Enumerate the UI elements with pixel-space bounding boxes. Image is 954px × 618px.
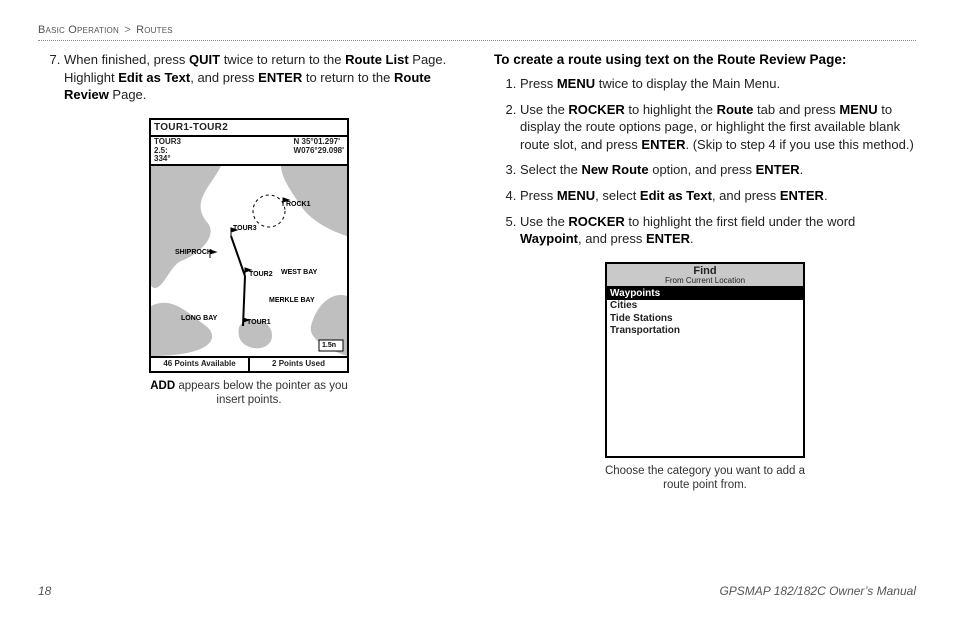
left-step-7: When finished, press QUIT twice to retur… <box>64 51 460 104</box>
status-left: 46 Points Available <box>151 358 250 371</box>
map-svg <box>151 166 347 356</box>
right-column: To create a route using text on the Rout… <box>494 51 916 493</box>
map-label-merkle: MERKLE BAY <box>269 296 315 305</box>
page-number: 18 <box>38 584 51 598</box>
header-rule <box>38 40 916 41</box>
map-label-tour2: TOUR2 <box>249 270 273 279</box>
right-figure-caption: Choose the category you want to add a ro… <box>600 464 810 493</box>
right-step-4: Press MENU, select Edit as Text, and pre… <box>520 187 916 205</box>
map-label-westbay: WEST BAY <box>281 268 317 277</box>
page-footer: 18 GPSMAP 182/182C Owner’s Manual <box>38 584 916 598</box>
right-step-1: Press MENU twice to display the Main Men… <box>520 75 916 93</box>
find-subtitle: From Current Location <box>607 277 803 285</box>
breadcrumb-section: Basic Operation <box>38 24 119 36</box>
right-step-5: Use the ROCKER to highlight the first fi… <box>520 213 916 248</box>
map-label-tour1: TOUR1 <box>247 318 271 327</box>
right-figure: Find From Current Location Waypoints Cit… <box>494 262 916 493</box>
status-right: 2 Points Used <box>250 358 347 371</box>
left-figure-caption: ADD appears below the pointer as you ins… <box>144 379 354 408</box>
left-column: When finished, press QUIT twice to retur… <box>38 51 460 493</box>
manual-title: GPSMAP 182/182C Owner’s Manual <box>719 584 916 598</box>
map-label-rock1: ROCK1 <box>286 200 311 209</box>
map-label-shiprock: SHIPROCK <box>175 248 212 257</box>
breadcrumb-sub: Routes <box>136 24 173 36</box>
right-step-2: Use the ROCKER to highlight the Route ta… <box>520 101 916 154</box>
breadcrumb: Basic Operation > Routes <box>38 24 916 36</box>
find-item-waypoints[interactable]: Waypoints <box>607 288 803 301</box>
device-screenshot-map: TOUR1-TOUR2 TOUR3 2.5: 334° N 35°01.297'… <box>149 118 349 373</box>
device-map-area: ROCK1 TOUR3 SHIPROCK TOUR2 WEST BAY MERK… <box>151 166 347 356</box>
map-label-tour3: TOUR3 <box>233 224 257 233</box>
find-header: Find From Current Location <box>607 264 803 288</box>
device-titlebar: TOUR1-TOUR2 <box>151 120 347 138</box>
device-info-row: TOUR3 2.5: 334° N 35°01.297' W076°29.098… <box>151 137 347 166</box>
left-figure: TOUR1-TOUR2 TOUR3 2.5: 334° N 35°01.297'… <box>38 118 460 408</box>
device-screenshot-find: Find From Current Location Waypoints Cit… <box>605 262 805 458</box>
device-info-right: N 35°01.297' W076°29.098' <box>294 138 344 163</box>
find-blank-area <box>607 338 803 456</box>
map-label-longbay: LONG BAY <box>181 314 217 323</box>
find-item-transportation[interactable]: Transportation <box>607 325 803 338</box>
find-item-tide-stations[interactable]: Tide Stations <box>607 313 803 326</box>
right-heading: To create a route using text on the Rout… <box>494 51 916 69</box>
right-step-3: Select the New Route option, and press E… <box>520 161 916 179</box>
find-list: Waypoints Cities Tide Stations Transport… <box>607 288 803 338</box>
find-item-cities[interactable]: Cities <box>607 300 803 313</box>
find-title: Find <box>607 266 803 277</box>
device-info-left: TOUR3 2.5: 334° <box>154 138 181 163</box>
device-statusbar: 46 Points Available 2 Points Used <box>151 356 347 371</box>
breadcrumb-sep: > <box>124 24 131 36</box>
map-scale-label: 1.5n <box>322 341 336 350</box>
